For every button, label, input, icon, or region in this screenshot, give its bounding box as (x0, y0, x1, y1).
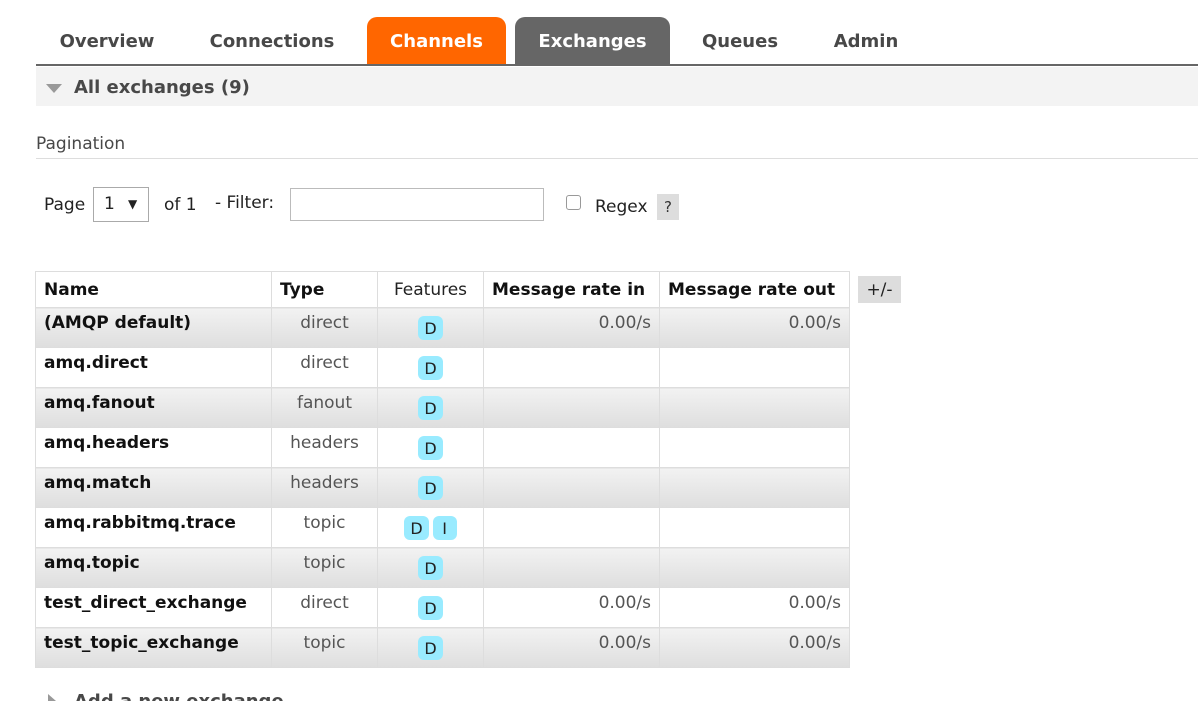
tab-exchanges[interactable]: Exchanges (515, 17, 670, 64)
message-rate-in (483, 467, 660, 508)
toggle-columns-button[interactable]: +/- (858, 276, 901, 303)
exchange-features: D (377, 587, 484, 628)
message-rate-out: 0.00/s (659, 307, 850, 348)
exchange-type: direct (271, 347, 378, 388)
exchange-features: D (377, 347, 484, 388)
tab-queues[interactable]: Queues (680, 17, 800, 64)
table-header-row: Name Type Features Message rate in Messa… (35, 271, 850, 308)
message-rate-in: 0.00/s (483, 627, 660, 668)
main-nav-tabs: Overview Connections Channels Exchanges … (36, 17, 1198, 66)
table-row: amq.match headers D (35, 467, 850, 508)
exchange-name-link[interactable]: amq.headers (35, 427, 272, 468)
pagination-heading: Pagination (36, 134, 126, 154)
exchange-type: topic (271, 547, 378, 588)
table-row: test_topic_exchange topic D 0.00/s 0.00/s (35, 627, 850, 668)
message-rate-out: 0.00/s (659, 587, 850, 628)
page-label: Page (44, 195, 86, 215)
tab-overview[interactable]: Overview (36, 17, 178, 64)
tab-admin[interactable]: Admin (814, 17, 918, 64)
exchange-type: topic (271, 507, 378, 548)
dropdown-arrow-icon: ▼ (128, 197, 138, 211)
tab-channels[interactable]: Channels (367, 17, 506, 64)
message-rate-in (483, 387, 660, 428)
table-row: amq.fanout fanout D (35, 387, 850, 428)
collapse-triangle-icon (46, 84, 62, 93)
message-rate-in: 0.00/s (483, 587, 660, 628)
filter-label: - Filter: (215, 193, 275, 213)
exchange-type: direct (271, 587, 378, 628)
feature-badge: D (404, 516, 429, 540)
table-row: amq.rabbitmq.trace topic D I (35, 507, 850, 548)
table-row: amq.topic topic D (35, 547, 850, 588)
exchange-type: direct (271, 307, 378, 348)
message-rate-out: 0.00/s (659, 627, 850, 668)
feature-badge: D (418, 436, 443, 460)
feature-badge: D (418, 316, 443, 340)
feature-badge: D (418, 556, 443, 580)
message-rate-in: 0.00/s (483, 307, 660, 348)
exchange-name-link[interactable]: test_direct_exchange (35, 587, 272, 628)
exchange-type: fanout (271, 387, 378, 428)
regex-help-button[interactable]: ? (657, 194, 679, 220)
message-rate-in (483, 547, 660, 588)
all-exchanges-section-header[interactable]: All exchanges (9) (36, 67, 1198, 106)
exchange-name-link[interactable]: amq.fanout (35, 387, 272, 428)
column-header-rate-out[interactable]: Message rate out (659, 271, 850, 308)
expand-triangle-icon (48, 694, 56, 701)
message-rate-in (483, 347, 660, 388)
table-row: test_direct_exchange direct D 0.00/s 0.00/s (35, 587, 850, 628)
exchange-features: D (377, 627, 484, 668)
message-rate-out (659, 507, 850, 548)
table-row: (AMQP default) direct D 0.00/s 0.00/s (35, 307, 850, 348)
feature-badge: I (432, 516, 457, 540)
pagination-divider (36, 158, 1198, 159)
page-count-label: of 1 (164, 195, 197, 215)
message-rate-out (659, 427, 850, 468)
exchange-name-link[interactable]: (AMQP default) (35, 307, 272, 348)
message-rate-out (659, 387, 850, 428)
exchange-type: headers (271, 467, 378, 508)
filter-input[interactable] (290, 188, 544, 221)
exchange-name-link[interactable]: test_topic_exchange (35, 627, 272, 668)
exchange-type: headers (271, 427, 378, 468)
add-exchange-label: Add a new exchange (74, 691, 284, 701)
exchange-name-link[interactable]: amq.direct (35, 347, 272, 388)
feature-badge: D (418, 356, 443, 380)
exchange-features: D (377, 427, 484, 468)
message-rate-out (659, 547, 850, 588)
regex-checkbox[interactable] (566, 195, 581, 210)
exchange-type: topic (271, 627, 378, 668)
feature-badge: D (418, 636, 443, 660)
feature-badge: D (418, 396, 443, 420)
exchange-name-link[interactable]: amq.match (35, 467, 272, 508)
exchange-name-link[interactable]: amq.rabbitmq.trace (35, 507, 272, 548)
column-header-rate-in[interactable]: Message rate in (483, 271, 660, 308)
message-rate-in (483, 507, 660, 548)
feature-badge: D (418, 476, 443, 500)
column-header-type[interactable]: Type (271, 271, 378, 308)
exchanges-table: Name Type Features Message rate in Messa… (35, 271, 850, 668)
exchange-name-link[interactable]: amq.topic (35, 547, 272, 588)
exchange-features: D (377, 547, 484, 588)
table-row: amq.headers headers D (35, 427, 850, 468)
exchange-features: D (377, 307, 484, 348)
exchange-features: D (377, 387, 484, 428)
add-exchange-section-header[interactable]: Add a new exchange (46, 690, 346, 701)
feature-badge: D (418, 596, 443, 620)
page-select-value: 1 (104, 194, 115, 214)
exchange-features: DI (377, 507, 484, 548)
page-select[interactable]: 1 ▼ (93, 187, 149, 222)
message-rate-out (659, 347, 850, 388)
column-header-name[interactable]: Name (35, 271, 272, 308)
regex-label: Regex (595, 197, 648, 217)
column-header-features: Features (377, 271, 484, 308)
message-rate-in (483, 427, 660, 468)
section-title: All exchanges (9) (74, 77, 250, 98)
exchange-features: D (377, 467, 484, 508)
table-row: amq.direct direct D (35, 347, 850, 388)
message-rate-out (659, 467, 850, 508)
tab-connections[interactable]: Connections (193, 17, 351, 64)
